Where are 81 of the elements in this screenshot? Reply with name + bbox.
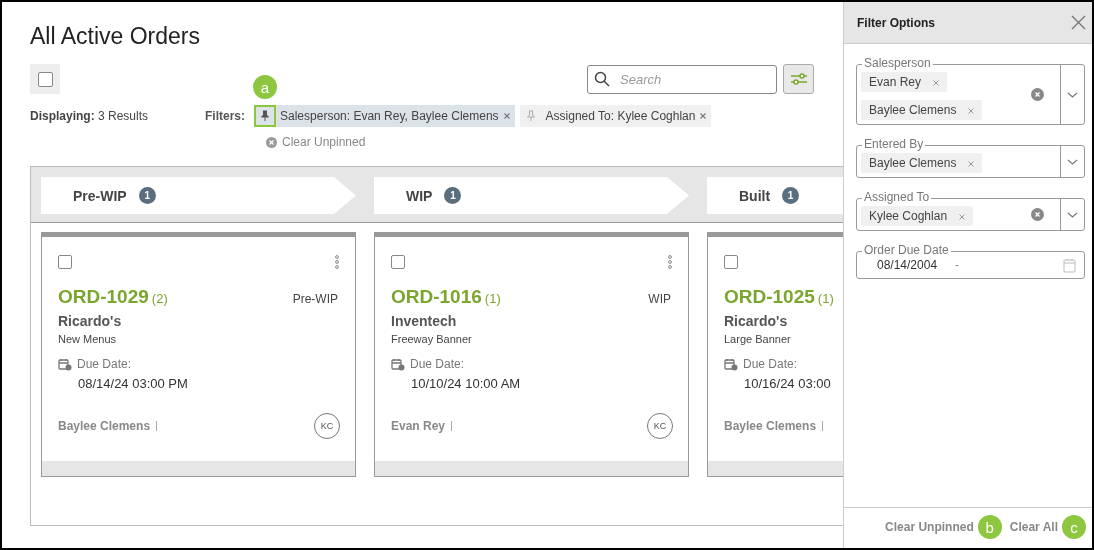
filter-toggle-button[interactable]: [783, 64, 814, 94]
remove-icon[interactable]: [503, 113, 510, 119]
select-all-checkbox[interactable]: [37, 71, 53, 87]
search-icon: [594, 70, 610, 87]
more-icon[interactable]: [335, 255, 339, 269]
selected-tag[interactable]: Kylee Coghlan: [861, 206, 974, 226]
order-card[interactable]: ORD-1016(1) WIP Inventech Freeway Banner Due Date: 10/10/24 10:00 AM Evan Rey KC: [374, 232, 689, 477]
customer-name: Ricardo's: [58, 313, 123, 329]
select-all-button[interactable]: [30, 64, 60, 94]
field-label: Assigned To: [862, 190, 932, 204]
stage-header[interactable]: Built 1: [707, 177, 843, 214]
calendar-clock-icon: [58, 357, 72, 371]
field-label: Order Due Date: [862, 243, 951, 257]
close-icon[interactable]: [1071, 15, 1086, 30]
filter-chip-label: Assigned To: Kylee Coghlan: [545, 109, 696, 123]
pin-icon: [260, 110, 270, 122]
remove-icon[interactable]: [933, 80, 940, 86]
count-badge: 1: [138, 187, 156, 204]
chevron-down-icon[interactable]: [1067, 158, 1078, 165]
date-separator: -: [955, 258, 960, 272]
stage-header[interactable]: WIP 1: [374, 177, 689, 214]
order-quantity: (1): [817, 291, 834, 306]
clear-icon: [266, 136, 277, 148]
selected-tag[interactable]: Evan Rey: [861, 72, 948, 92]
more-icon[interactable]: [668, 255, 672, 269]
clear-icon[interactable]: [1031, 88, 1044, 101]
count-badge: 1: [444, 187, 462, 204]
order-status: Pre-WIP: [292, 292, 338, 306]
field-label: Entered By: [862, 137, 926, 151]
job-name: Large Banner: [724, 333, 792, 345]
callout-badge: b: [977, 515, 1002, 539]
page-title: All Active Orders: [30, 23, 201, 50]
due-date-label: Due Date:: [77, 357, 132, 371]
chevron-down-icon[interactable]: [1067, 211, 1078, 218]
callout-badge: c: [1062, 515, 1086, 539]
stage-header[interactable]: Pre-WIP 1: [41, 177, 356, 214]
card-checkbox[interactable]: [58, 255, 72, 269]
remove-icon[interactable]: [959, 214, 966, 220]
due-date-label: Due Date:: [410, 357, 465, 371]
due-date: 10/10/24 10:00 AM: [411, 376, 522, 391]
due-date-label: Due Date:: [743, 357, 798, 371]
salesperson-name: Baylee Clemens: [724, 419, 817, 433]
results-count: Displaying: 3 Results: [30, 109, 150, 123]
count-badge: 1: [782, 187, 800, 204]
callout-badge: a: [253, 75, 277, 99]
panel-title: Filter Options: [857, 15, 935, 30]
sliders-icon: [789, 73, 808, 85]
clear-button[interactable]: Clear Unpinned: [885, 520, 974, 534]
selected-tag[interactable]: Baylee Clemens: [861, 100, 983, 120]
filter-chip-label: Salesperson: Evan Rey, Baylee Clemens: [280, 109, 499, 123]
customer-name: Inventech: [391, 313, 458, 329]
clear-button[interactable]: Clear All: [1009, 520, 1058, 534]
calendar-clock-icon: [724, 357, 738, 371]
selected-tag[interactable]: Baylee Clemens: [861, 153, 983, 173]
clear-icon[interactable]: [1031, 208, 1044, 221]
order-quantity: (2): [151, 291, 168, 306]
calendar-clock-icon: [391, 357, 405, 371]
salesperson-name: Evan Rey: [391, 419, 446, 433]
order-status: WIP: [648, 292, 671, 306]
start-date: 08/14/2004: [877, 258, 938, 272]
pin-toggle[interactable]: [254, 105, 276, 127]
order-quantity: (1): [484, 291, 501, 306]
field-label: Salesperson: [862, 56, 933, 70]
order-card[interactable]: ORD-1029(2) Pre-WIP Ricardo's New Menus Due Date: 08/14/24 03:00 PM Baylee Clemens KC: [41, 232, 356, 477]
pin-icon: [525, 110, 536, 122]
due-date: 10/16/24 03:00: [744, 376, 832, 391]
job-name: Freeway Banner: [391, 333, 473, 345]
chevron-down-icon[interactable]: [1067, 91, 1078, 98]
remove-icon[interactable]: [968, 161, 975, 167]
card-checkbox[interactable]: [391, 255, 405, 269]
filter-chip[interactable]: Assigned To: Kylee Coghlan: [519, 105, 712, 127]
salesperson-name: Baylee Clemens: [58, 419, 151, 433]
filters-label: Filters:: [205, 109, 245, 123]
clear-unpinned-link[interactable]: Clear Unpinned: [266, 135, 366, 149]
remove-icon[interactable]: [968, 108, 975, 114]
job-name: New Menus: [58, 333, 118, 345]
due-date: 08/14/24 03:00 PM: [78, 376, 189, 391]
card-checkbox[interactable]: [724, 255, 738, 269]
search-field[interactable]: Search: [587, 64, 777, 94]
customer-name: Ricardo's: [724, 313, 789, 329]
remove-icon[interactable]: [700, 113, 707, 119]
